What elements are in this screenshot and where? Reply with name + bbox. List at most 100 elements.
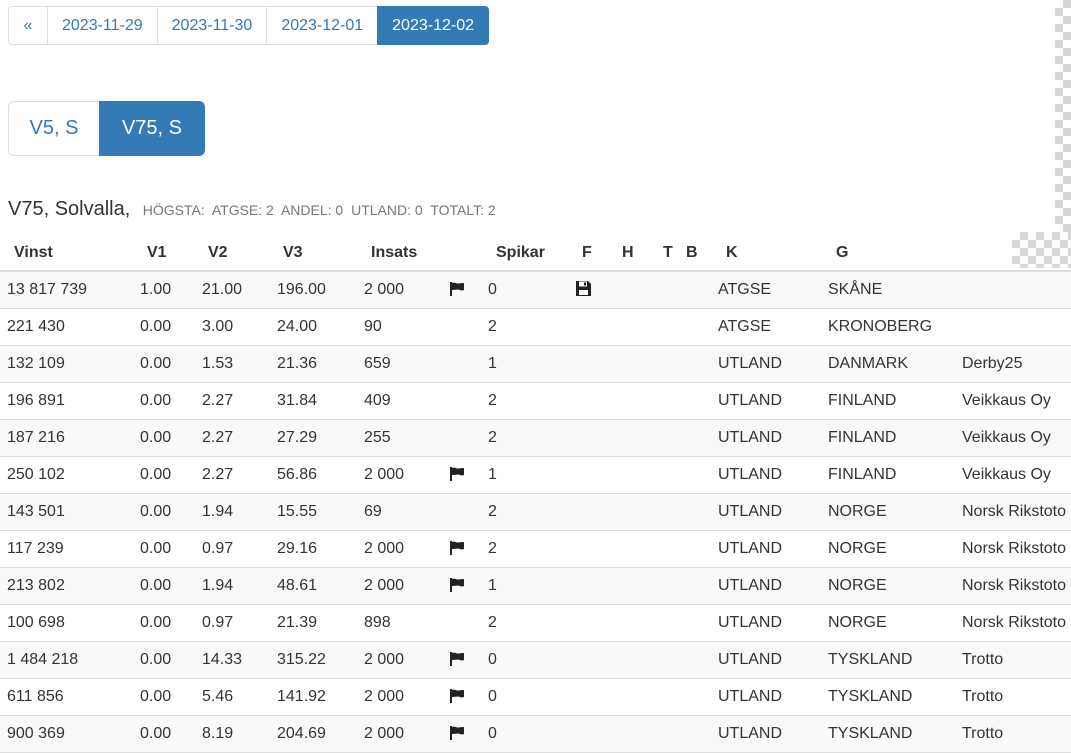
- cell-g: TYSKLAND: [828, 651, 913, 668]
- cell-v2: 5.46: [202, 688, 234, 705]
- cell-v1: 0.00: [140, 503, 172, 520]
- column-header-vinst: Vinst: [14, 244, 53, 261]
- date-link-active[interactable]: 2023-12-02: [377, 6, 489, 45]
- cell-v3: 196.00: [277, 281, 326, 298]
- cell-extra: Veikkaus Oy: [962, 466, 1051, 483]
- cell-g: NORGE: [828, 577, 887, 594]
- cell-v1: 0.00: [140, 466, 172, 483]
- cell-k: ATGSE: [718, 281, 772, 298]
- cell-extra: Derby25: [962, 355, 1023, 372]
- cell-insats: 659: [364, 355, 391, 372]
- cell-extra: Trotto: [962, 688, 1004, 705]
- cell-g: NORGE: [828, 540, 887, 557]
- table-row[interactable]: 213 802 0.00 1.94 48.61 2 000 1 UTLAND N…: [0, 568, 1071, 605]
- cell-v1: 0.00: [140, 429, 172, 446]
- cell-extra: Norsk Rikstoto: [962, 614, 1067, 631]
- table-header: Vinst V1 V2 V3 Insats Spikar F H T B K G: [0, 234, 1071, 272]
- cell-g: NORGE: [828, 614, 887, 631]
- cell-insats: 255: [364, 429, 391, 446]
- cell-g: TYSKLAND: [828, 688, 913, 705]
- cell-k: UTLAND: [718, 614, 783, 631]
- cell-extra: Trotto: [962, 725, 1004, 742]
- stat-totalt: TOTALT: 2: [430, 202, 496, 218]
- column-header-g: G: [836, 244, 849, 261]
- flag-icon: [449, 652, 465, 666]
- table-row[interactable]: 221 430 0.00 3.00 24.00 90 2 ATGSE KRONO…: [0, 309, 1071, 346]
- cell-spikar: 2: [488, 503, 497, 520]
- cell-vinst: 196 891: [7, 392, 65, 409]
- cell-k: UTLAND: [718, 355, 783, 372]
- cell-vinst: 221 430: [7, 318, 65, 335]
- column-header-f: F: [582, 244, 592, 261]
- cell-v3: 56.86: [277, 466, 318, 483]
- table-row[interactable]: 143 501 0.00 1.94 15.55 69 2 UTLAND NORG…: [0, 494, 1071, 531]
- race-tab-active[interactable]: V75, S: [99, 101, 205, 156]
- stat-atgse: ATGSE: 2: [211, 202, 274, 218]
- cell-v2: 2.27: [202, 429, 234, 446]
- results-table: Vinst V1 V2 V3 Insats Spikar F H T B K G…: [0, 234, 1071, 753]
- cell-v3: 21.39: [277, 614, 318, 631]
- table-row[interactable]: 196 891 0.00 2.27 31.84 409 2 UTLAND FIN…: [0, 383, 1071, 420]
- date-link[interactable]: 2023-11-29: [47, 6, 158, 45]
- cell-extra: Norsk Rikstoto: [962, 503, 1067, 520]
- cell-spikar: 2: [488, 429, 497, 446]
- cell-k: UTLAND: [718, 466, 783, 483]
- column-header-h: H: [622, 244, 634, 261]
- cell-vinst: 900 369: [7, 725, 65, 742]
- flag-icon: [449, 282, 465, 296]
- cell-g: KRONOBERG: [828, 318, 933, 335]
- stat-label: HÖGSTA:: [142, 202, 205, 218]
- date-pagination: « 2023-11-29 2023-11-30 2023-12-01 2023-…: [8, 6, 489, 45]
- cell-spikar: 0: [488, 688, 497, 705]
- floppy-disk-icon[interactable]: [575, 280, 592, 297]
- cell-v2: 0.97: [202, 540, 234, 557]
- cell-vinst: 143 501: [7, 503, 65, 520]
- date-link[interactable]: 2023-12-01: [266, 6, 379, 45]
- cell-v3: 27.29: [277, 429, 318, 446]
- transparency-background: [1055, 0, 1071, 232]
- previous-dates-link[interactable]: «: [8, 6, 48, 45]
- cell-vinst: 13 817 739: [7, 281, 88, 298]
- cell-g: NORGE: [828, 503, 887, 520]
- table-row[interactable]: 132 109 0.00 1.53 21.36 659 1 UTLAND DAN…: [0, 346, 1071, 383]
- flag-icon: [449, 541, 465, 555]
- cell-spikar: 1: [488, 355, 497, 372]
- cell-v3: 204.69: [277, 725, 326, 742]
- cell-spikar: 2: [488, 392, 497, 409]
- cell-g: FINLAND: [828, 429, 897, 446]
- table-row[interactable]: 100 698 0.00 0.97 21.39 898 2 UTLAND NOR…: [0, 605, 1071, 642]
- column-header-spikar: Spikar: [496, 244, 545, 261]
- column-header-v2: V2: [208, 244, 228, 261]
- cell-insats: 2 000: [364, 725, 405, 742]
- page-title: V75, Solvalla,: [8, 198, 131, 220]
- race-tab[interactable]: V5, S: [8, 101, 100, 156]
- cell-k: UTLAND: [718, 392, 783, 409]
- flag-icon: [449, 578, 465, 592]
- cell-v1: 0.00: [140, 614, 172, 631]
- stat-utland: UTLAND: 0: [351, 202, 423, 218]
- cell-v2: 2.27: [202, 466, 234, 483]
- flag-icon: [449, 726, 465, 740]
- cell-v1: 0.00: [140, 392, 172, 409]
- table-row[interactable]: 13 817 739 1.00 21.00 196.00 2 000 0 ATG…: [0, 272, 1071, 309]
- table-row[interactable]: 900 369 0.00 8.19 204.69 2 000 0 UTLAND …: [0, 716, 1071, 753]
- stat-andel: ANDEL: 0: [280, 202, 344, 218]
- cell-vinst: 1 484 218: [7, 651, 79, 668]
- table-row[interactable]: 1 484 218 0.00 14.33 315.22 2 000 0 UTLA…: [0, 642, 1071, 679]
- table-row[interactable]: 611 856 0.00 5.46 141.92 2 000 0 UTLAND …: [0, 679, 1071, 716]
- cell-spikar: 2: [488, 540, 497, 557]
- cell-v3: 24.00: [277, 318, 318, 335]
- table-row[interactable]: 250 102 0.00 2.27 56.86 2 000 1 UTLAND F…: [0, 457, 1071, 494]
- table-row[interactable]: 117 239 0.00 0.97 29.16 2 000 2 UTLAND N…: [0, 531, 1071, 568]
- cell-extra: Norsk Rikstoto: [962, 540, 1067, 557]
- cell-insats: 898: [364, 614, 391, 631]
- cell-v1: 0.00: [140, 318, 172, 335]
- date-link[interactable]: 2023-11-30: [156, 6, 268, 45]
- cell-v1: 0.00: [140, 725, 172, 742]
- cell-v3: 15.55: [277, 503, 318, 520]
- cell-k: UTLAND: [718, 429, 783, 446]
- race-tabs: V5, S V75, S: [8, 101, 205, 156]
- table-row[interactable]: 187 216 0.00 2.27 27.29 255 2 UTLAND FIN…: [0, 420, 1071, 457]
- cell-g: FINLAND: [828, 466, 897, 483]
- column-header-k: K: [726, 244, 738, 261]
